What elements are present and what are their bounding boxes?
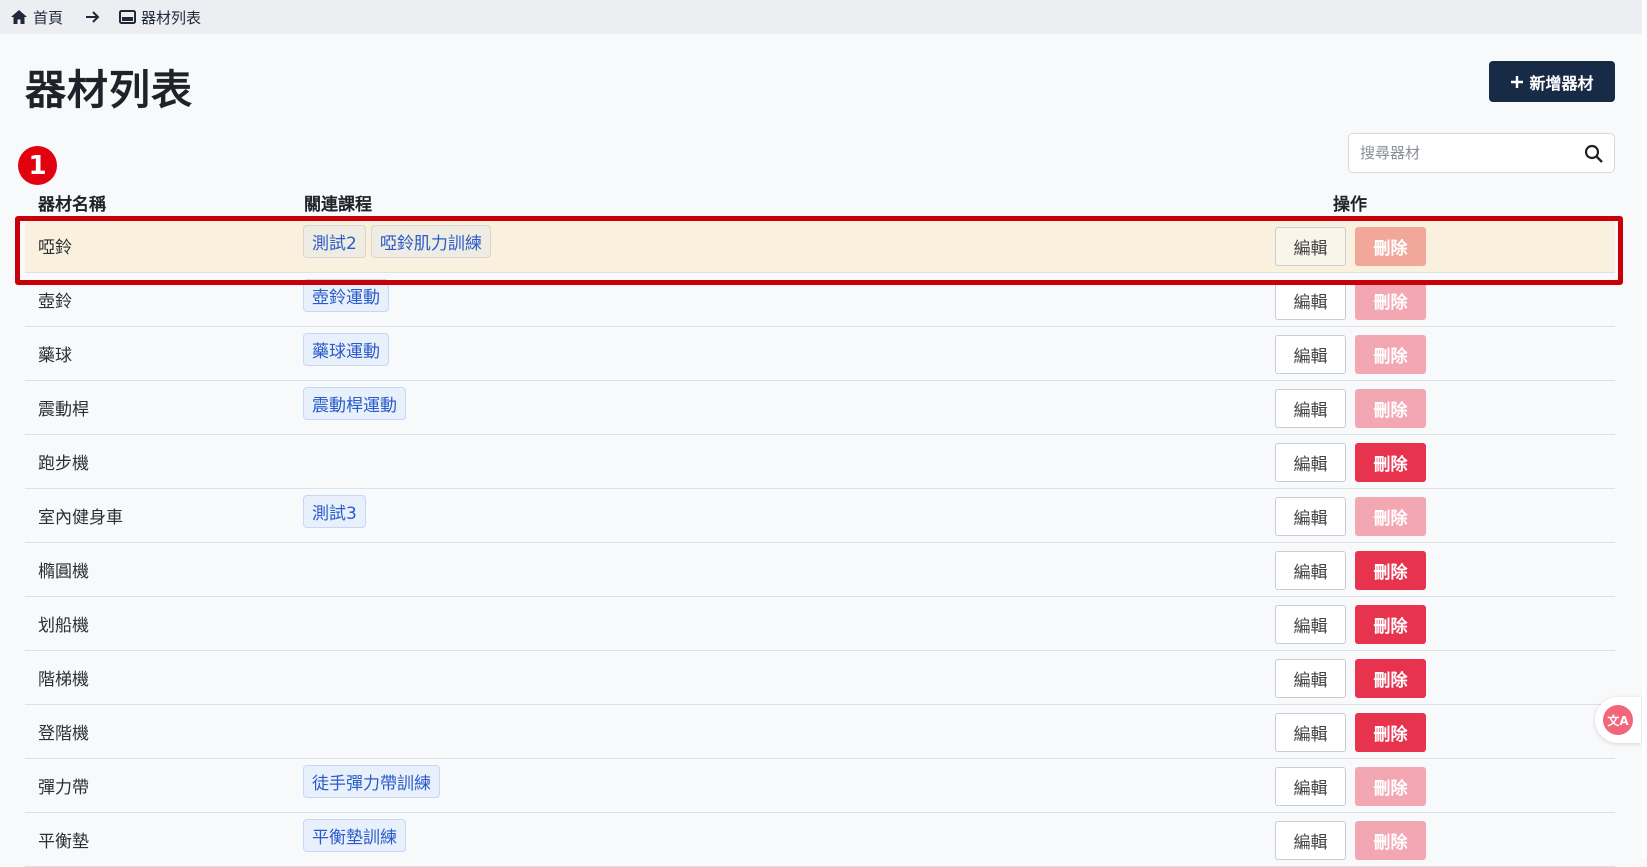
equipment-name: 彈力帶 bbox=[38, 778, 89, 798]
edit-button[interactable]: 編輯 bbox=[1275, 443, 1346, 482]
search-box bbox=[1348, 133, 1615, 173]
course-tag[interactable]: 徒手彈力帶訓練 bbox=[303, 765, 440, 798]
edit-button[interactable]: 編輯 bbox=[1275, 497, 1346, 536]
course-tag[interactable]: 藥球運動 bbox=[303, 333, 389, 366]
equipment-name: 藥球 bbox=[38, 346, 72, 366]
table-row: 跑步機 編輯 刪除 bbox=[25, 435, 1615, 489]
plus-icon bbox=[1511, 75, 1524, 88]
edit-button[interactable]: 編輯 bbox=[1275, 551, 1346, 590]
delete-button[interactable]: 刪除 bbox=[1355, 389, 1426, 428]
equipment-name: 登階機 bbox=[38, 724, 89, 744]
search-icon[interactable] bbox=[1584, 144, 1604, 164]
delete-button[interactable]: 刪除 bbox=[1355, 821, 1426, 860]
table-row: 階梯機 編輯 刪除 bbox=[25, 651, 1615, 705]
delete-button[interactable]: 刪除 bbox=[1355, 551, 1426, 590]
course-tags: 平衡墊訓練 bbox=[303, 819, 406, 852]
page-title: 器材列表 bbox=[25, 66, 193, 114]
equipment-name: 階梯機 bbox=[38, 670, 89, 690]
column-header-courses: 關連課程 bbox=[304, 195, 372, 215]
search-input[interactable] bbox=[1358, 143, 1582, 163]
add-equipment-button[interactable]: 新增器材 bbox=[1489, 61, 1615, 102]
course-tag[interactable]: 啞鈴肌力訓練 bbox=[370, 225, 491, 258]
edit-button[interactable]: 編輯 bbox=[1275, 713, 1346, 752]
table-row: 登階機 編輯 刪除 bbox=[25, 705, 1615, 759]
course-tag[interactable]: 測試3 bbox=[303, 495, 366, 528]
table-row: 划船機 編輯 刪除 bbox=[25, 597, 1615, 651]
course-tag[interactable]: 測試2 bbox=[303, 225, 366, 258]
table-row: 震動桿 震動桿運動 編輯 刪除 bbox=[25, 381, 1615, 435]
edit-button[interactable]: 編輯 bbox=[1275, 659, 1346, 698]
breadcrumb-current-label: 器材列表 bbox=[141, 8, 202, 27]
table-row: 室內健身車 測試3 編輯 刪除 bbox=[25, 489, 1615, 543]
breadcrumb-current: 器材列表 bbox=[119, 7, 201, 28]
edit-button[interactable]: 編輯 bbox=[1275, 389, 1346, 428]
course-tag[interactable]: 壺鈴運動 bbox=[303, 279, 389, 312]
table-row: 啞鈴 測試2 啞鈴肌力訓練 編輯 刪除 bbox=[25, 219, 1615, 273]
table-row: 彈力帶 徒手彈力帶訓練 編輯 刪除 bbox=[25, 759, 1615, 813]
edit-button[interactable]: 編輯 bbox=[1275, 767, 1346, 806]
home-icon bbox=[11, 10, 27, 24]
equipment-name: 划船機 bbox=[38, 616, 89, 636]
course-tags: 測試3 bbox=[303, 495, 366, 528]
edit-button[interactable]: 編輯 bbox=[1275, 281, 1346, 320]
edit-button[interactable]: 編輯 bbox=[1275, 335, 1346, 374]
equipment-name: 室內健身車 bbox=[38, 508, 123, 528]
add-equipment-label: 新增器材 bbox=[1529, 73, 1594, 93]
delete-button[interactable]: 刪除 bbox=[1355, 281, 1426, 320]
delete-button[interactable]: 刪除 bbox=[1355, 659, 1426, 698]
table-row: 橢圓機 編輯 刪除 bbox=[25, 543, 1615, 597]
step-marker: 1 bbox=[18, 146, 57, 185]
delete-button[interactable]: 刪除 bbox=[1355, 335, 1426, 374]
course-tags: 藥球運動 bbox=[303, 333, 389, 366]
course-tags: 徒手彈力帶訓練 bbox=[303, 765, 440, 798]
scrollbar[interactable] bbox=[1642, 0, 1647, 858]
equipment-name: 跑步機 bbox=[38, 454, 89, 474]
list-icon bbox=[119, 10, 137, 24]
equipment-name: 啞鈴 bbox=[38, 238, 72, 258]
delete-button[interactable]: 刪除 bbox=[1355, 767, 1426, 806]
equipment-name: 平衡墊 bbox=[38, 832, 89, 852]
arrow-right-icon bbox=[85, 10, 101, 24]
delete-button[interactable]: 刪除 bbox=[1355, 497, 1426, 536]
breadcrumb: 首頁 器材列表 bbox=[0, 0, 1642, 34]
edit-button[interactable]: 編輯 bbox=[1275, 605, 1346, 644]
translate-icon: 文A bbox=[1603, 705, 1633, 735]
course-tag[interactable]: 震動桿運動 bbox=[303, 387, 406, 420]
table-row: 平衡墊 平衡墊訓練 編輯 刪除 bbox=[25, 813, 1615, 867]
course-tags: 壺鈴運動 bbox=[303, 279, 389, 312]
equipment-name: 壺鈴 bbox=[38, 292, 72, 312]
translate-button[interactable]: 文A bbox=[1595, 697, 1641, 743]
edit-button[interactable]: 編輯 bbox=[1275, 227, 1346, 266]
equipment-name: 震動桿 bbox=[38, 400, 89, 420]
breadcrumb-home-label: 首頁 bbox=[33, 8, 64, 27]
course-tag[interactable]: 平衡墊訓練 bbox=[303, 819, 406, 852]
delete-button[interactable]: 刪除 bbox=[1355, 713, 1426, 752]
course-tags: 測試2 啞鈴肌力訓練 bbox=[303, 225, 491, 258]
equipment-name: 橢圓機 bbox=[38, 562, 89, 582]
delete-button[interactable]: 刪除 bbox=[1355, 227, 1426, 266]
column-header-actions: 操作 bbox=[1333, 195, 1367, 215]
table-row: 壺鈴 壺鈴運動 編輯 刪除 bbox=[25, 273, 1615, 327]
edit-button[interactable]: 編輯 bbox=[1275, 821, 1346, 860]
delete-button[interactable]: 刪除 bbox=[1355, 443, 1426, 482]
delete-button[interactable]: 刪除 bbox=[1355, 605, 1426, 644]
course-tags: 震動桿運動 bbox=[303, 387, 406, 420]
table-row: 藥球 藥球運動 編輯 刪除 bbox=[25, 327, 1615, 381]
breadcrumb-home[interactable]: 首頁 bbox=[10, 7, 63, 28]
column-header-name: 器材名稱 bbox=[38, 195, 106, 215]
